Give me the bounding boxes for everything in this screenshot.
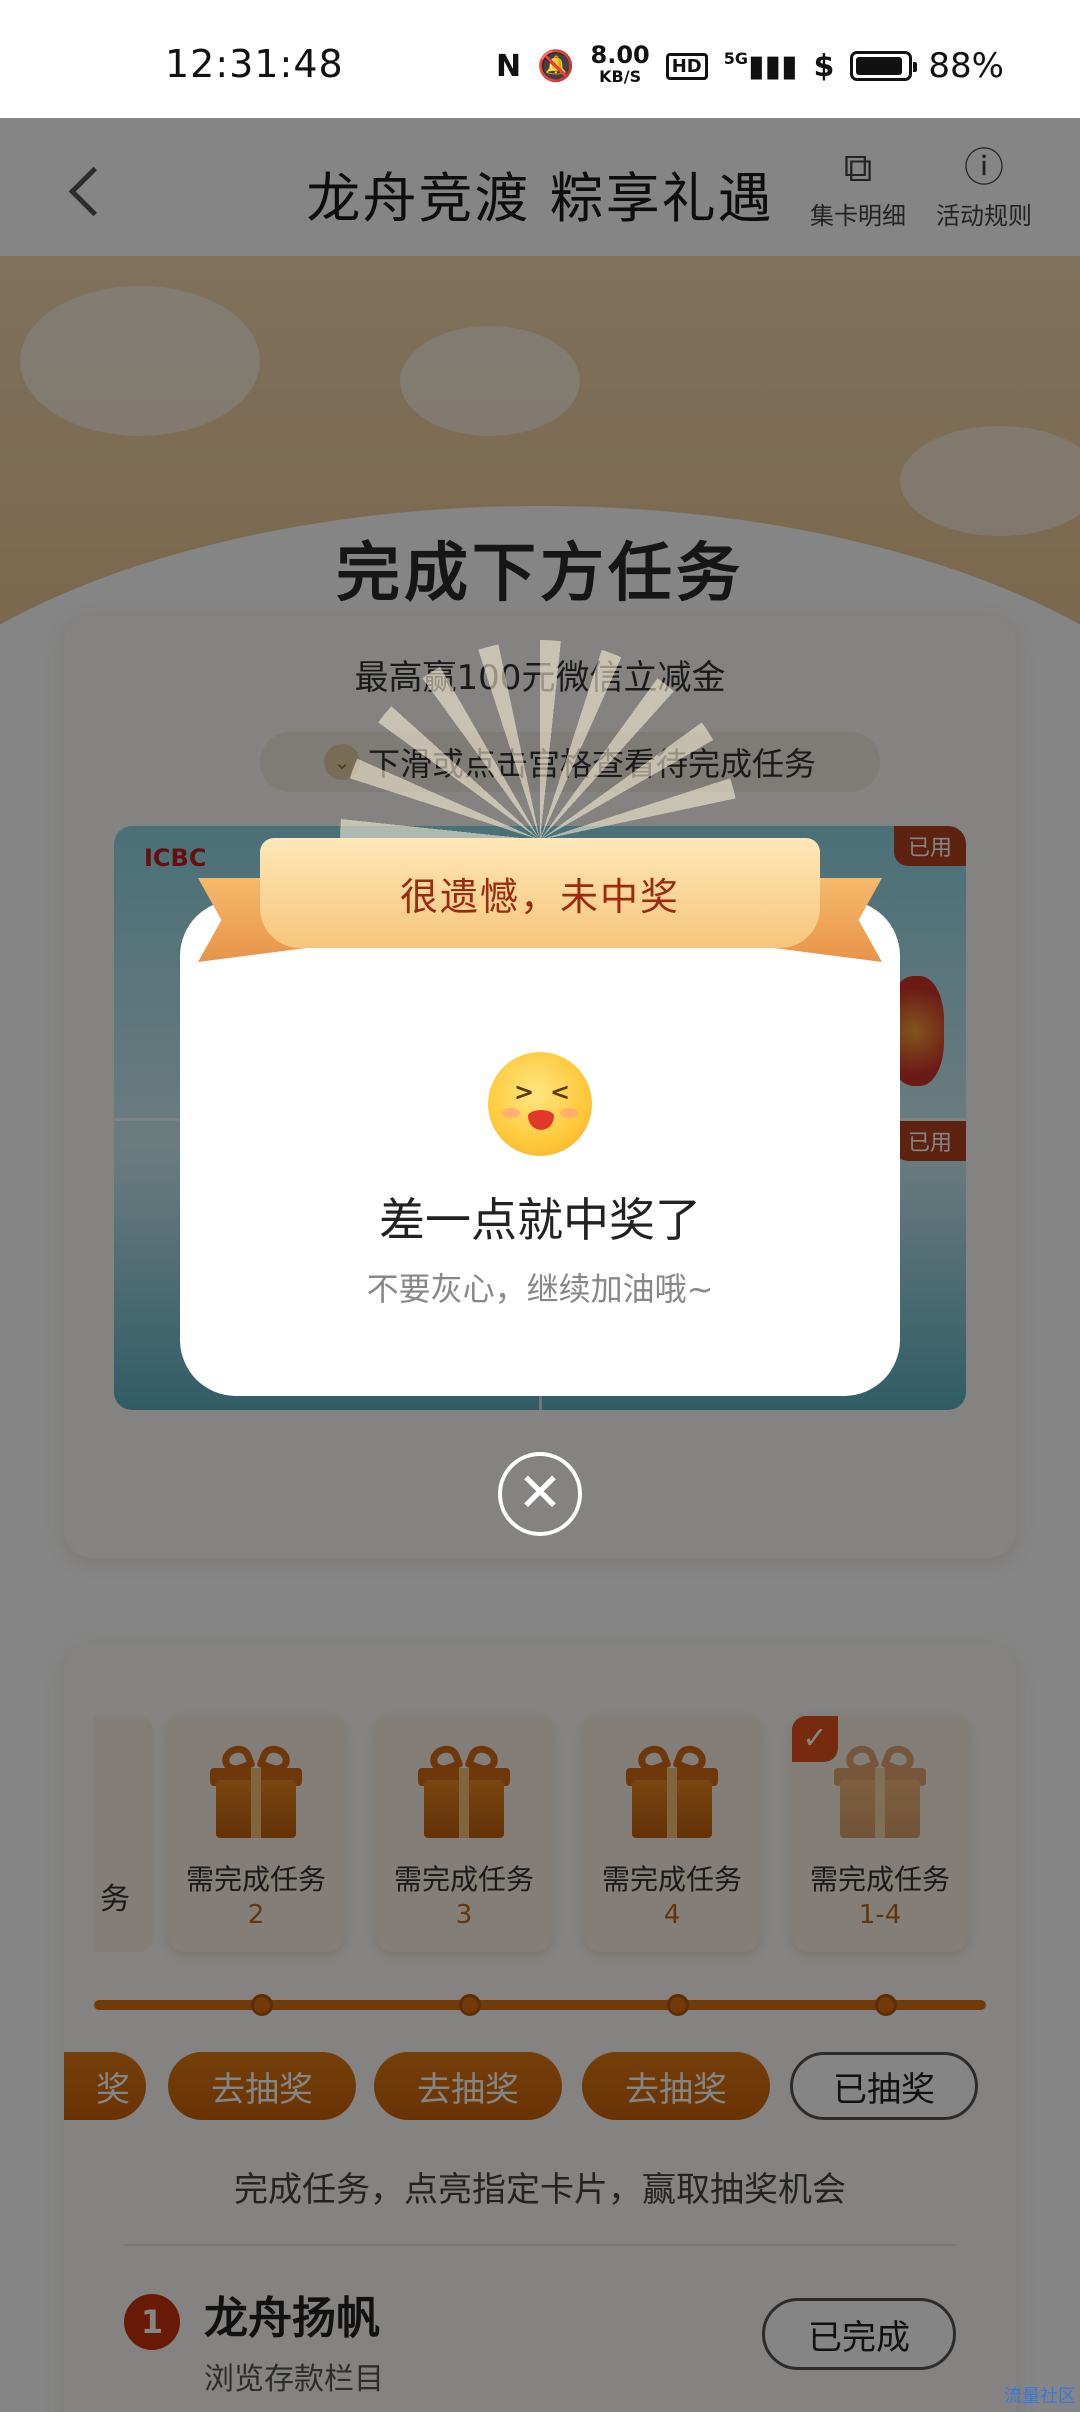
- net-speed-value: 8.00: [590, 41, 650, 69]
- modal-title: 差一点就中奖了: [379, 1193, 701, 1247]
- net-speed-unit: KB/S: [599, 67, 642, 86]
- signal-label: 5G: [723, 48, 749, 68]
- watermark: 流量社区: [1004, 2386, 1076, 2407]
- battery-icon: [850, 51, 918, 81]
- modal-banner-text: 很遗憾，未中奖: [260, 838, 820, 948]
- shield-icon: $: [813, 48, 835, 84]
- nfc-icon: N: [496, 48, 522, 84]
- net-speed: 8.00 KB/S: [590, 41, 650, 88]
- close-icon[interactable]: ✕: [498, 1452, 582, 1536]
- status-bar: 12:31:48 N 🔕 8.00 KB/S HD 5G▮▮▮ $ 88%: [0, 0, 1080, 118]
- mute-icon: 🔕: [537, 48, 575, 84]
- signal-5g-icon: 5G▮▮▮: [723, 48, 798, 84]
- hd-icon: HD: [665, 52, 708, 80]
- status-time: 12:31:48: [165, 42, 344, 86]
- battery-percent: 88%: [928, 46, 1004, 86]
- squinting-face-icon: > <: [488, 1052, 592, 1156]
- modal-subtitle: 不要灰心，继续加油哦~: [366, 1270, 714, 1308]
- status-icons: N 🔕 8.00 KB/S HD 5G▮▮▮ $ 88%: [496, 41, 1004, 88]
- modal-banner: 很遗憾，未中奖: [198, 838, 882, 962]
